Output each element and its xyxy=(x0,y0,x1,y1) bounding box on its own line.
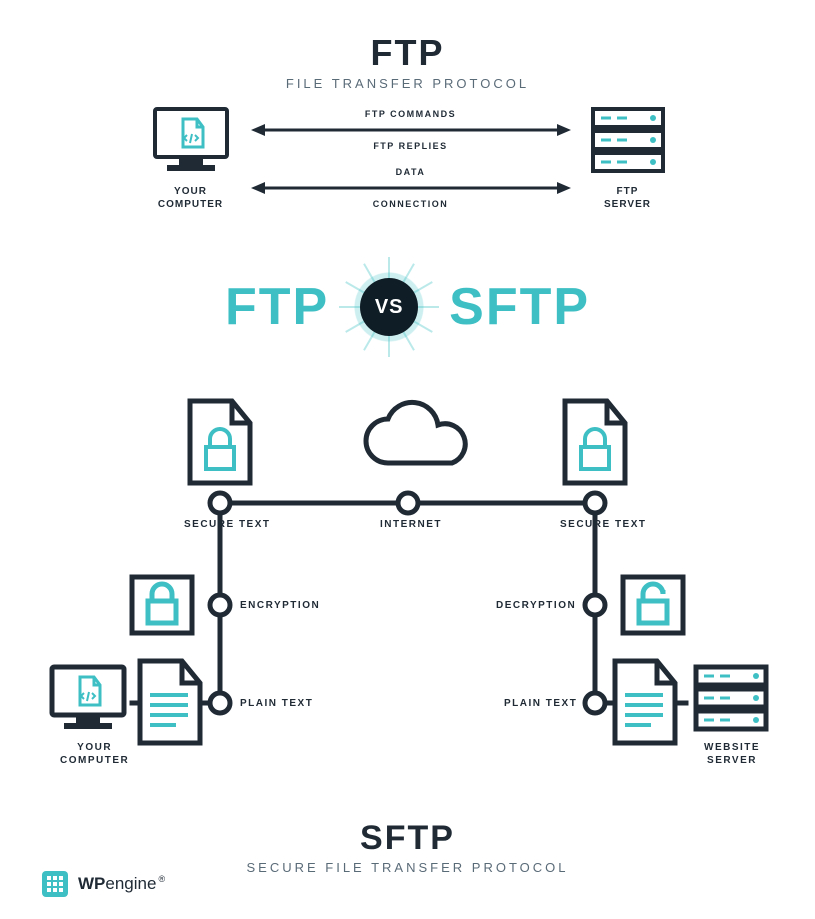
sftp-internet-label: INTERNET xyxy=(380,519,442,530)
ftp-arrow-label-2: DATA xyxy=(251,167,571,177)
sftp-encryption-label: ENCRYPTION xyxy=(240,600,320,611)
ftp-title-block: FTP FILE TRANSFER PROTOCOL xyxy=(40,32,775,91)
sftp-title: SFTP xyxy=(40,819,775,858)
ftp-title: FTP xyxy=(40,32,775,74)
ftp-your-computer: YOUR COMPUTER xyxy=(149,105,233,211)
vs-left-word: FTP xyxy=(225,277,329,337)
sftp-plaintext-left: PLAIN TEXT xyxy=(240,698,313,709)
sftp-secure-text-right: SECURE TEXT xyxy=(560,519,647,530)
ftp-subtitle: FILE TRANSFER PROTOCOL xyxy=(40,76,775,91)
vs-right-word: SFTP xyxy=(449,277,590,337)
ftp-arrow-label-3: CONNECTION xyxy=(251,199,571,209)
sftp-plaintext-right: PLAIN TEXT xyxy=(504,698,577,709)
ftp-arrow-label-0: FTP COMMANDS xyxy=(251,109,571,119)
server-icon xyxy=(589,105,667,177)
double-arrow-icon xyxy=(251,123,571,137)
ftp-server-node: FTP SERVER xyxy=(589,105,667,211)
vs-badge: VS xyxy=(339,257,439,357)
double-arrow-icon xyxy=(251,181,571,195)
ftp-server-label: FTP SERVER xyxy=(604,185,651,211)
sftp-decryption-label: DECRYPTION xyxy=(496,600,576,611)
ftp-arrows: FTP COMMANDS FTP REPLIES DATA CONNECTION xyxy=(251,109,571,209)
brand-bold: WP xyxy=(78,874,105,893)
brand-rest: engine xyxy=(105,874,156,893)
wpengine-wordmark: WPengine® xyxy=(78,874,165,894)
ftp-arrow-label-1: FTP REPLIES xyxy=(251,141,571,151)
wpengine-logo-icon xyxy=(42,871,68,897)
sftp-diagram: SECURE TEXT INTERNET SECURE TEXT ENCRYPT… xyxy=(40,383,775,813)
ftp-your-computer-label: YOUR COMPUTER xyxy=(158,185,223,211)
footer-brand: WPengine® xyxy=(42,871,165,897)
sftp-title-block: SFTP SECURE FILE TRANSFER PROTOCOL xyxy=(40,819,775,875)
vs-core-label: VS xyxy=(360,278,418,336)
vs-row: FTP VS SFTP xyxy=(40,257,775,357)
sftp-your-computer-label: YOUR COMPUTER xyxy=(60,741,129,767)
computer-icon xyxy=(149,105,233,177)
ftp-diagram: YOUR COMPUTER FTP COMMANDS FTP REPLIES D… xyxy=(40,105,775,211)
sftp-secure-text-left: SECURE TEXT xyxy=(184,519,271,530)
sftp-website-server-label: WEBSITE SERVER xyxy=(704,741,760,767)
